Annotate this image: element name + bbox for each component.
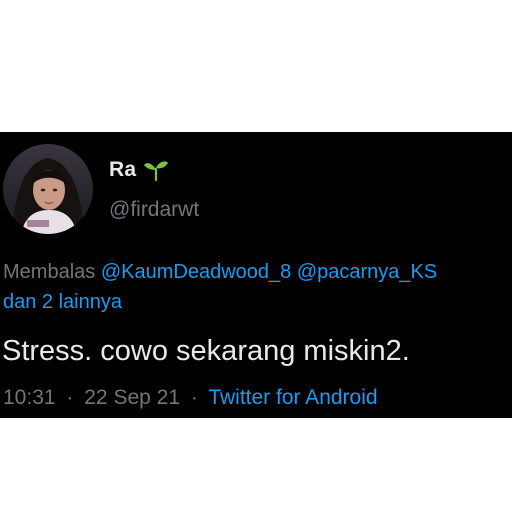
tweet-source[interactable]: Twitter for Android bbox=[208, 386, 377, 409]
avatar[interactable] bbox=[3, 144, 93, 234]
tweet-time[interactable]: 10:31 bbox=[3, 386, 56, 409]
meta-separator: · bbox=[66, 386, 74, 409]
reply-mention-1[interactable]: @KaumDeadwood_8 bbox=[101, 261, 291, 283]
tweet-text: Stress. cowo sekarang miskin2. bbox=[2, 335, 410, 367]
sprout-icon bbox=[143, 159, 169, 182]
tweet-card: Ra @firdarwt Membalas @KaumDeadwood_8 @p… bbox=[0, 132, 512, 418]
tweet-date[interactable]: 22 Sep 21 bbox=[84, 386, 180, 409]
tweet-meta: 10:31 · 22 Sep 21 · Twitter for Android bbox=[3, 383, 378, 413]
display-name[interactable]: Ra bbox=[109, 158, 136, 182]
avatar-image bbox=[3, 144, 93, 234]
reply-mention-2[interactable]: @pacarnya_KS bbox=[297, 261, 437, 283]
user-handle[interactable]: @firdarwt bbox=[109, 198, 199, 222]
display-name-row[interactable]: Ra bbox=[109, 156, 169, 184]
reply-others-link[interactable]: dan 2 lainnya bbox=[3, 287, 122, 317]
meta-separator: · bbox=[190, 386, 198, 409]
reply-context: Membalas @KaumDeadwood_8 @pacarnya_KS bbox=[3, 257, 512, 287]
reply-prefix: Membalas bbox=[3, 261, 96, 283]
